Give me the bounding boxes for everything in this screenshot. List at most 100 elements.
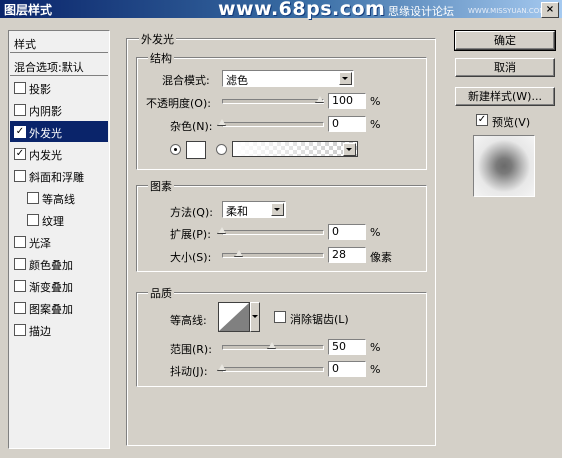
style-item[interactable]: 纹理 bbox=[10, 209, 108, 230]
spread-input[interactable]: 0 bbox=[328, 224, 366, 240]
opacity-unit: % bbox=[370, 95, 381, 108]
style-item[interactable]: 图案叠加 bbox=[10, 297, 108, 318]
style-item-label: 渐变叠加 bbox=[29, 281, 73, 294]
gradient-picker[interactable] bbox=[232, 141, 358, 157]
blend-options-item[interactable]: 混合选项:默认 bbox=[10, 55, 108, 76]
window-title: 图层样式 bbox=[4, 3, 53, 17]
style-item-checkbox[interactable] bbox=[14, 324, 26, 336]
watermark-forum: 思缘设计论坛 bbox=[388, 5, 454, 18]
solid-color-radio[interactable] bbox=[170, 144, 181, 155]
cancel-button[interactable]: 取消 bbox=[455, 58, 555, 77]
style-item-label: 内阴影 bbox=[29, 105, 62, 118]
opacity-input[interactable]: 100 bbox=[328, 93, 366, 109]
structure-title: 结构 bbox=[148, 50, 174, 66]
style-item-label: 内发光 bbox=[29, 149, 62, 162]
spread-label: 扩展(P): bbox=[170, 228, 211, 241]
style-item[interactable]: 投影 bbox=[10, 77, 108, 98]
style-list: 样式 混合选项:默认 投影 内阴影 ✓ 外发光 ✓ 内发光 斜面和浮雕 等高线 纹理 光泽 颜色叠加… bbox=[8, 30, 110, 449]
size-input[interactable]: 28 bbox=[328, 247, 366, 263]
preview-checkbox[interactable]: ✓ bbox=[476, 114, 488, 126]
size-slider-thumb[interactable] bbox=[235, 250, 243, 257]
contour-dropdown[interactable] bbox=[250, 302, 260, 332]
opacity-slider[interactable] bbox=[222, 99, 324, 104]
style-item[interactable]: 内阴影 bbox=[10, 99, 108, 120]
opacity-label: 不透明度(O): bbox=[146, 97, 211, 110]
size-label: 大小(S): bbox=[170, 251, 212, 264]
size-unit: 像素 bbox=[370, 251, 392, 264]
noise-label: 杂色(N): bbox=[170, 120, 213, 133]
range-unit: % bbox=[370, 341, 381, 354]
jitter-slider-thumb[interactable] bbox=[218, 364, 226, 371]
style-item-checkbox[interactable] bbox=[14, 170, 26, 182]
contour-label: 等高线: bbox=[170, 314, 207, 327]
anti-alias-checkbox[interactable] bbox=[274, 311, 286, 323]
contour-picker[interactable] bbox=[218, 302, 250, 332]
style-item[interactable]: 等高线 bbox=[10, 187, 108, 208]
style-item-checkbox[interactable]: ✓ bbox=[14, 126, 26, 138]
preview-label: 预览(V) bbox=[492, 116, 531, 129]
spread-slider-thumb[interactable] bbox=[218, 227, 226, 234]
style-item[interactable]: 描边 bbox=[10, 319, 108, 340]
style-item-checkbox[interactable] bbox=[14, 236, 26, 248]
jitter-slider[interactable] bbox=[222, 367, 324, 372]
style-item[interactable]: 渐变叠加 bbox=[10, 275, 108, 296]
style-preview-thumbnail bbox=[473, 135, 535, 197]
style-item-label: 投影 bbox=[29, 83, 51, 96]
spread-slider[interactable] bbox=[222, 230, 324, 235]
quality-title: 品质 bbox=[148, 285, 174, 301]
style-item-checkbox[interactable] bbox=[14, 280, 26, 292]
blend-mode-label: 混合模式: bbox=[162, 74, 210, 87]
blend-mode-select[interactable]: 滤色 bbox=[222, 70, 354, 87]
range-label: 范围(R): bbox=[170, 343, 212, 356]
chevron-down-icon bbox=[252, 315, 258, 318]
technique-select[interactable]: 柔和 bbox=[222, 201, 286, 218]
style-item-checkbox[interactable] bbox=[27, 214, 39, 226]
chevron-down-icon bbox=[343, 143, 356, 156]
noise-slider[interactable] bbox=[222, 122, 324, 127]
chevron-down-icon bbox=[339, 72, 352, 85]
contour-curve-icon bbox=[219, 303, 249, 331]
style-item-checkbox[interactable] bbox=[14, 82, 26, 94]
range-input[interactable]: 50 bbox=[328, 339, 366, 355]
range-slider-thumb[interactable] bbox=[268, 342, 276, 349]
style-item-checkbox[interactable]: ✓ bbox=[14, 148, 26, 160]
style-item-label: 颜色叠加 bbox=[29, 259, 73, 272]
jitter-label: 抖动(J): bbox=[170, 365, 208, 378]
style-item[interactable]: ✓ 内发光 bbox=[10, 143, 108, 164]
style-item-checkbox[interactable] bbox=[14, 302, 26, 314]
gradient-radio[interactable] bbox=[216, 144, 227, 155]
style-item[interactable]: ✓ 外发光 bbox=[10, 121, 108, 142]
panel-title: 外发光 bbox=[139, 31, 176, 47]
technique-label: 方法(Q): bbox=[170, 206, 213, 219]
noise-input[interactable]: 0 bbox=[328, 116, 366, 132]
style-item[interactable]: 斜面和浮雕 bbox=[10, 165, 108, 186]
opacity-slider-thumb[interactable] bbox=[316, 96, 324, 103]
close-button[interactable]: × bbox=[541, 2, 559, 18]
watermark-site: www.68ps.com bbox=[218, 0, 386, 20]
jitter-unit: % bbox=[370, 363, 381, 376]
style-list-header[interactable]: 样式 bbox=[10, 32, 108, 53]
style-item-label: 等高线 bbox=[42, 193, 75, 206]
style-item-label: 外发光 bbox=[29, 127, 62, 140]
style-item[interactable]: 颜色叠加 bbox=[10, 253, 108, 274]
jitter-input[interactable]: 0 bbox=[328, 361, 366, 377]
watermark-url: WWW.MISSYUAN.COM bbox=[468, 7, 546, 15]
noise-unit: % bbox=[370, 118, 381, 131]
style-item-label: 描边 bbox=[29, 325, 51, 338]
style-item-label: 图案叠加 bbox=[29, 303, 73, 316]
style-item-checkbox[interactable] bbox=[14, 258, 26, 270]
style-item-label: 光泽 bbox=[29, 237, 51, 250]
anti-alias-label: 消除锯齿(L) bbox=[290, 313, 349, 326]
new-style-button[interactable]: 新建样式(W)... bbox=[455, 87, 555, 106]
elements-title: 图素 bbox=[148, 178, 174, 194]
style-item-label: 纹理 bbox=[42, 215, 64, 228]
glow-color-swatch[interactable] bbox=[186, 141, 206, 159]
style-item-checkbox[interactable] bbox=[27, 192, 39, 204]
noise-slider-thumb[interactable] bbox=[218, 119, 226, 126]
style-item-checkbox[interactable] bbox=[14, 104, 26, 116]
style-item-label: 斜面和浮雕 bbox=[29, 171, 84, 184]
spread-unit: % bbox=[370, 226, 381, 239]
chevron-down-icon bbox=[271, 203, 284, 216]
style-item[interactable]: 光泽 bbox=[10, 231, 108, 252]
ok-button[interactable]: 确定 bbox=[454, 30, 556, 51]
